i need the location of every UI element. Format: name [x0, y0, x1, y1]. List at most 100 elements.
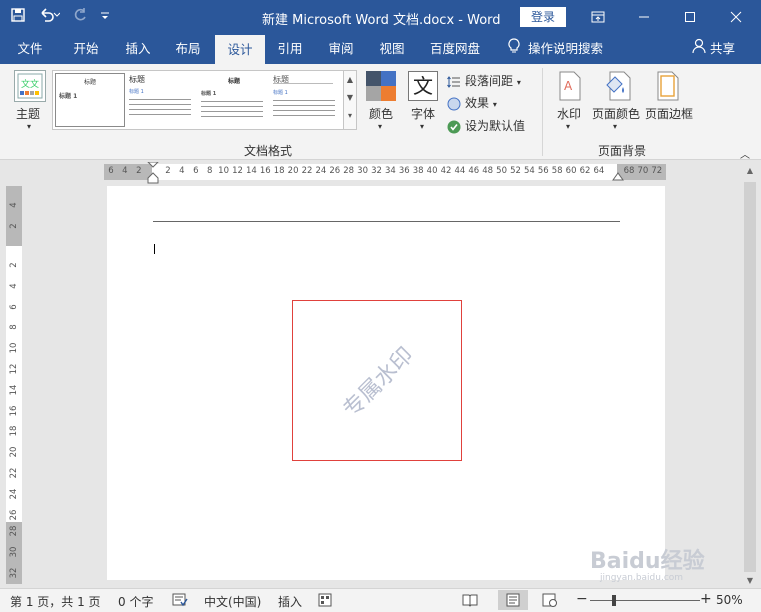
page-borders-label[interactable]: 页面边框: [645, 105, 693, 122]
watermark-label[interactable]: 水印: [557, 105, 581, 122]
ruler-number: 64: [593, 166, 605, 176]
themes-icon[interactable]: 文文: [14, 70, 46, 102]
horizontal-ruler[interactable]: 6 4 2 2 4 6 8 10 12 14 16 18 20 22 24 26 28 30 32 34 36 38 40 4…: [104, 161, 666, 184]
tab-references[interactable]: 引用: [266, 34, 314, 64]
read-mode-icon[interactable]: [462, 593, 478, 610]
tab-review[interactable]: 审阅: [317, 34, 365, 64]
collapse-ribbon-icon[interactable]: ︿: [740, 146, 750, 161]
tab-design[interactable]: 设计: [215, 35, 265, 64]
scroll-up-icon[interactable]: ▲: [742, 166, 758, 175]
style-set-4[interactable]: 标题 标题 1: [271, 73, 341, 127]
save-icon[interactable]: [10, 7, 26, 27]
themes-label[interactable]: 主题: [16, 105, 40, 122]
set-as-default-button[interactable]: 设为默认值: [447, 117, 525, 134]
insert-mode[interactable]: 插入: [278, 593, 302, 610]
svg-text:文文: 文文: [21, 78, 39, 90]
more-icon[interactable]: ▾: [344, 107, 356, 125]
tab-insert[interactable]: 插入: [114, 34, 162, 64]
redo-icon[interactable]: [72, 7, 88, 27]
group-document-format: 文档格式: [244, 144, 293, 158]
ruler-number: 52: [510, 166, 521, 176]
group-separator: [542, 68, 543, 156]
effects-button[interactable]: 效果 ▾: [447, 94, 497, 111]
ruler-number: 28: [343, 166, 355, 176]
maximize-icon[interactable]: [667, 0, 713, 34]
tab-layout[interactable]: 布局: [164, 34, 212, 64]
close-icon[interactable]: [713, 0, 759, 34]
ruler-number: 46: [468, 166, 480, 176]
zoom-percent[interactable]: 50%: [716, 593, 743, 607]
minimize-icon[interactable]: [621, 0, 667, 34]
vruler-number: 10: [9, 342, 19, 354]
document-page[interactable]: 专属水印: [107, 186, 665, 580]
horizontal-ruler-row: L 64224681012141618202224262830323436384…: [0, 160, 761, 338]
undo-icon[interactable]: [38, 7, 61, 27]
gallery-scroll[interactable]: ▲ ▼ ▾: [343, 70, 357, 130]
zoom-out-button[interactable]: −: [576, 591, 588, 607]
style-set-2[interactable]: 标题 标题 1: [127, 73, 197, 127]
chevron-down-icon[interactable]: ▾: [566, 122, 570, 131]
ruler-number: 70: [637, 166, 649, 176]
checkmark-icon: [447, 120, 461, 134]
ruler-number: 6: [193, 166, 199, 176]
ruler-number: 4: [179, 166, 185, 176]
vruler-number: 4: [9, 283, 19, 289]
ruler-number: 36: [398, 166, 410, 176]
ribbon-display-icon[interactable]: [575, 0, 621, 34]
chevron-down-icon[interactable]: ▾: [420, 122, 424, 131]
fonts-label[interactable]: 字体: [411, 105, 435, 122]
page-info[interactable]: 第 1 页，共 1 页: [10, 593, 101, 610]
page-borders-icon[interactable]: [656, 71, 680, 104]
login-button[interactable]: 登录: [520, 7, 566, 27]
group-page-background: 页面背景: [598, 144, 647, 158]
macro-icon[interactable]: [318, 593, 332, 610]
proofing-icon[interactable]: [172, 593, 188, 610]
tab-baidu-netdisk[interactable]: 百度网盘: [422, 34, 488, 64]
page-color-label[interactable]: 页面颜色: [592, 105, 640, 122]
scroll-down-icon[interactable]: ▼: [742, 576, 758, 585]
language[interactable]: 中文(中国): [204, 593, 261, 610]
colors-icon[interactable]: [366, 71, 396, 101]
print-layout-icon[interactable]: [498, 590, 528, 610]
ribbon-tabs: 文件 开始 插入 布局 设计 引用 审阅 视图 百度网盘 操作说明搜索 共享: [0, 34, 761, 64]
vertical-scrollbar[interactable]: ▲ ▼: [742, 160, 758, 588]
indent-marker[interactable]: [146, 161, 160, 187]
zoom-slider[interactable]: [590, 600, 700, 601]
chevron-up-icon[interactable]: ▲: [344, 71, 356, 89]
chevron-down-icon: ▾: [492, 100, 497, 109]
paragraph-spacing-button[interactable]: 段落间距 ▾: [447, 72, 521, 89]
vruler-number: 8: [9, 324, 19, 331]
chevron-down-icon[interactable]: ▾: [613, 122, 617, 131]
ruler-number: 10: [218, 166, 229, 176]
chevron-down-icon[interactable]: ▾: [378, 122, 382, 131]
chevron-down-icon[interactable]: ▼: [344, 89, 356, 107]
share-button[interactable]: 共享: [692, 34, 735, 64]
vruler-number: 28: [9, 525, 19, 537]
style-gallery[interactable]: 标题 标题 1 标题 标题 1 标题 标题 1 标题 标题 1: [52, 70, 344, 130]
ruler-number: 58: [551, 166, 563, 176]
vruler-number: 14: [9, 384, 19, 396]
page-color-icon[interactable]: [604, 71, 632, 104]
watermark-icon[interactable]: A: [558, 71, 582, 104]
ruler-number: 72: [651, 166, 663, 176]
chevron-down-icon[interactable]: ▾: [27, 122, 31, 131]
style-set-1[interactable]: 标题 标题 1: [55, 73, 125, 127]
tell-me-search[interactable]: 操作说明搜索: [508, 34, 603, 64]
vruler-number: 22: [9, 467, 19, 479]
tab-home[interactable]: 开始: [62, 34, 110, 64]
ruler-number: 42: [440, 166, 452, 176]
web-layout-icon[interactable]: [542, 593, 558, 610]
zoom-in-button[interactable]: +: [700, 591, 712, 607]
customize-qat-icon[interactable]: [100, 7, 110, 27]
tab-file[interactable]: 文件: [8, 34, 52, 64]
word-count[interactable]: 0 个字: [118, 593, 153, 610]
style-set-3[interactable]: 标题 标题 1: [199, 73, 269, 127]
watermark-highlight-box: 专属水印: [292, 300, 462, 461]
vertical-ruler[interactable]: 4 2 2 4 6 8 10 12 14 16 18 20 22 24 26 28 30 32: [6, 186, 22, 584]
ruler-number: 8: [206, 166, 213, 176]
scroll-thumb[interactable]: [744, 182, 756, 572]
fonts-icon[interactable]: 文: [408, 71, 438, 101]
colors-label[interactable]: 颜色: [369, 105, 393, 122]
zoom-slider-thumb[interactable]: [612, 595, 616, 606]
tab-view[interactable]: 视图: [368, 34, 416, 64]
